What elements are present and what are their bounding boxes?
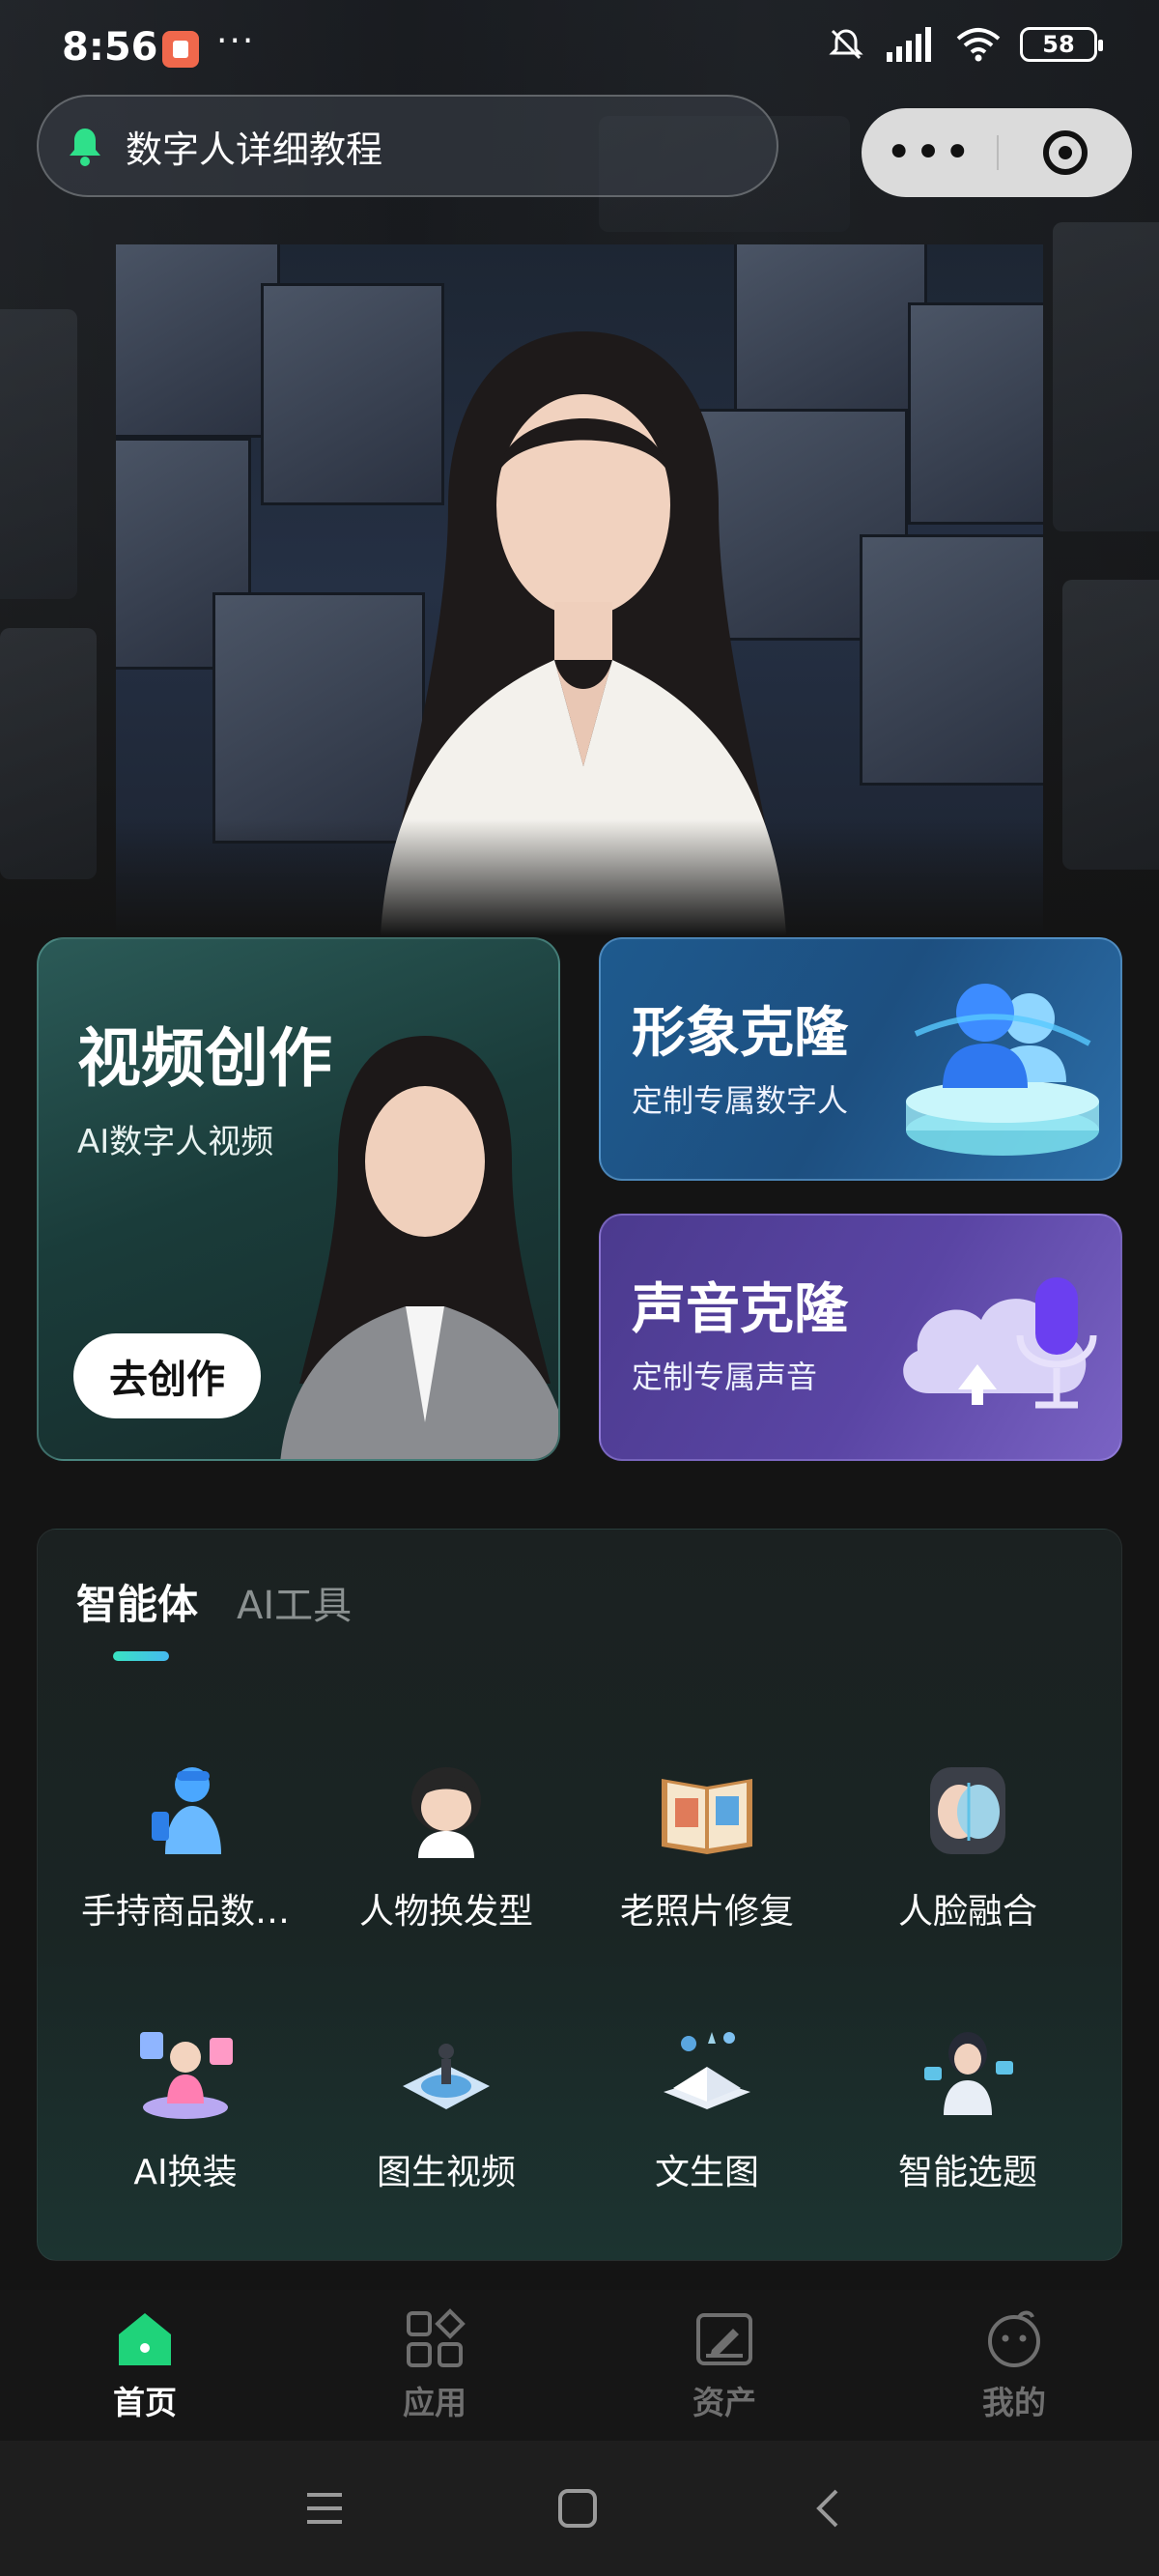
avatar-clone-icon bbox=[906, 984, 1099, 1156]
smart-topic-icon bbox=[924, 2032, 1013, 2115]
apps-icon bbox=[407, 2308, 466, 2367]
system-navigation-bar bbox=[0, 2441, 1159, 2576]
status-more-icon: ··· bbox=[216, 21, 256, 61]
close-miniapp-button[interactable] bbox=[999, 130, 1132, 175]
photo-album-icon bbox=[662, 1779, 752, 1854]
image-clone-title: 形象克隆 bbox=[632, 1002, 848, 1065]
nav-label: 首页 bbox=[113, 2384, 177, 2421]
status-bar: 8:56 ··· 58 bbox=[0, 0, 1159, 97]
tool-outfit-change[interactable]: AI换装 bbox=[55, 2018, 316, 2212]
text-to-image-icon bbox=[664, 2032, 750, 2109]
tool-image-to-video[interactable]: 图生视频 bbox=[316, 2018, 577, 2212]
tool-hairstyle[interactable]: 人物换发型 bbox=[316, 1758, 577, 1951]
tools-panel: 智能体 AI工具 手持商品数… 人物换发型 老照片修复 人脸融合 AI换装 图生… bbox=[37, 1529, 1122, 2261]
voice-clone-title: 声音克隆 bbox=[632, 1278, 848, 1341]
back-icon[interactable] bbox=[806, 2485, 852, 2532]
wifi-icon bbox=[956, 28, 1001, 62]
go-create-button[interactable]: 去创作 bbox=[73, 1333, 261, 1418]
nav-profile[interactable]: 我的 bbox=[918, 2307, 1111, 2423]
tool-smart-topic[interactable]: 智能选题 bbox=[837, 2018, 1098, 2212]
assets-icon bbox=[696, 2313, 752, 2365]
tool-label: 文生图 bbox=[654, 2153, 759, 2192]
app-notification-icon bbox=[162, 31, 199, 68]
product-avatar-icon bbox=[152, 1767, 221, 1854]
status-time: 8:56 bbox=[62, 25, 158, 70]
voice-clone-subtitle: 定制专属声音 bbox=[632, 1359, 818, 1395]
tool-label: 老照片修复 bbox=[619, 1892, 794, 1932]
menu-icon[interactable] bbox=[301, 2485, 348, 2532]
nav-label: 资产 bbox=[693, 2384, 756, 2421]
battery-indicator: 58 bbox=[1020, 27, 1103, 62]
tool-product-avatar[interactable]: 手持商品数… bbox=[55, 1758, 316, 1951]
bell-icon bbox=[70, 129, 100, 166]
tab-ai-tools[interactable]: AI工具 bbox=[237, 1574, 352, 1630]
voice-clone-card[interactable]: 声音克隆 定制专属声音 bbox=[599, 1214, 1122, 1461]
nav-apps[interactable]: 应用 bbox=[338, 2307, 531, 2423]
hairstyle-icon bbox=[411, 1767, 481, 1858]
nav-assets[interactable]: 资产 bbox=[628, 2307, 821, 2423]
video-card-subtitle: AI数字人视频 bbox=[77, 1123, 274, 1161]
tool-photo-restore[interactable]: 老照片修复 bbox=[577, 1758, 837, 1951]
nav-label: 应用 bbox=[403, 2384, 466, 2421]
tool-label: 图生视频 bbox=[376, 2153, 516, 2192]
bottom-navigation: 首页 应用 资产 我的 bbox=[0, 2290, 1159, 2441]
nav-label: 我的 bbox=[982, 2384, 1046, 2421]
tab-agents[interactable]: 智能体 bbox=[76, 1572, 198, 1631]
tab-indicator bbox=[113, 1651, 169, 1661]
tutorial-banner[interactable]: 数字人详细教程 bbox=[37, 95, 778, 197]
home-square-icon[interactable] bbox=[554, 2485, 601, 2532]
signal-icon bbox=[887, 27, 931, 62]
tool-label: 人物换发型 bbox=[358, 1892, 533, 1932]
nav-home[interactable]: 首页 bbox=[48, 2307, 241, 2423]
tutorial-title: 数字人详细教程 bbox=[126, 128, 383, 171]
tool-label: AI换装 bbox=[133, 2153, 238, 2192]
presenter-portrait bbox=[280, 1036, 558, 1459]
tool-label: 智能选题 bbox=[897, 2153, 1037, 2192]
target-icon bbox=[1043, 130, 1088, 175]
cloud-microphone-icon bbox=[903, 1277, 1097, 1409]
image-clone-subtitle: 定制专属数字人 bbox=[632, 1082, 849, 1119]
image-to-video-icon bbox=[403, 2044, 490, 2109]
tool-text-to-image[interactable]: 文生图 bbox=[577, 2018, 837, 2212]
tool-label: 人脸融合 bbox=[897, 1892, 1037, 1932]
video-creation-card[interactable]: 视频创作 AI数字人视频 去创作 bbox=[37, 937, 560, 1461]
outfit-change-icon bbox=[140, 2032, 233, 2119]
tool-label: 手持商品数… bbox=[80, 1892, 290, 1932]
home-icon bbox=[119, 2313, 171, 2365]
image-clone-card[interactable]: 形象克隆 定制专属数字人 bbox=[599, 937, 1122, 1181]
bell-muted-icon bbox=[829, 29, 863, 60]
miniapp-capsule: ••• bbox=[862, 108, 1132, 197]
face-fusion-icon bbox=[930, 1767, 1005, 1854]
hero-banner[interactable] bbox=[116, 244, 1043, 935]
profile-icon bbox=[988, 2310, 1040, 2367]
more-options-button[interactable]: ••• bbox=[862, 129, 997, 176]
tool-face-fusion[interactable]: 人脸融合 bbox=[837, 1758, 1098, 1951]
